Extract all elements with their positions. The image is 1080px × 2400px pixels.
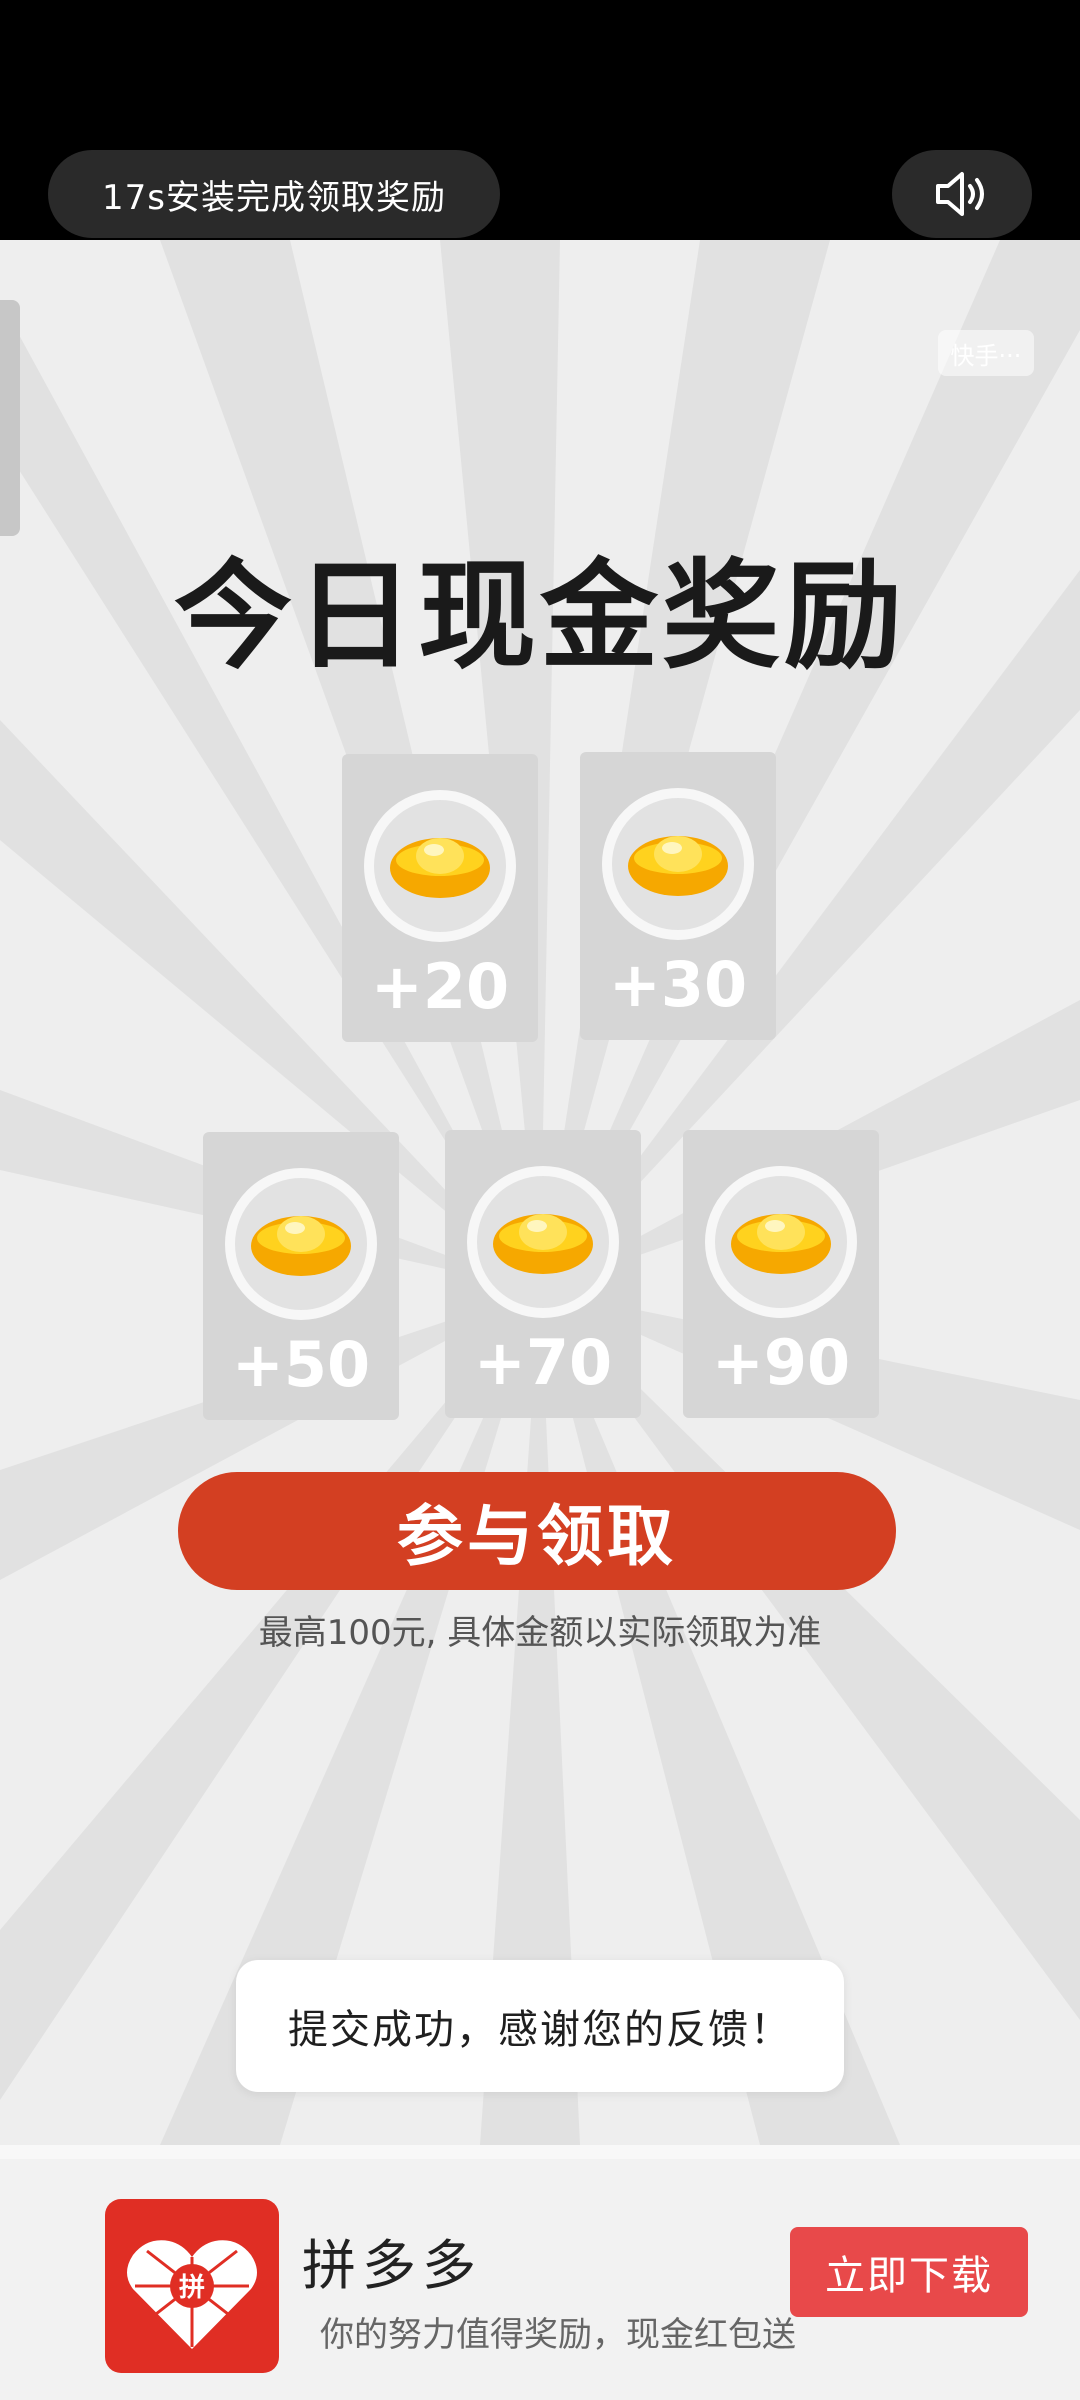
reward-card: +70 [445,1130,641,1418]
svg-text:拼: 拼 [179,2273,205,2303]
reward-card: +30 [580,752,776,1040]
ad-headline: 今日现金奖励 [173,547,906,685]
gold-ingot-icon [628,836,728,896]
app-name: 拼多多 [302,2234,482,2297]
reward-amount: +70 [473,1326,613,1399]
countdown-text: 17s安装完成领取奖励 [102,177,446,218]
participate-claim-button[interactable]: 参与领取 [178,1472,896,1590]
coin-circle [602,788,754,940]
sponsor-tag: 快手··· [938,330,1034,376]
reward-card: +90 [683,1130,879,1418]
reward-amount: +30 [608,948,748,1021]
toast-message: 提交成功，感谢您的反馈！ [288,2007,792,2053]
reward-card: +20 [342,754,538,1042]
gold-ingot-icon [251,1216,351,1276]
ad-content[interactable]: 快手··· 今日现金奖励 +20 +30 +50 +70 +90 参与领取 最高… [0,240,1080,2145]
feedback-success-toast: 提交成功，感谢您的反馈！ [236,1960,844,2092]
download-now-button[interactable]: 立即下载 [790,2227,1028,2317]
reward-disclaimer: 最高100元, 具体金额以实际领取为准 [258,1613,822,1653]
side-drawer-handle[interactable] [0,300,20,536]
coin-circle [364,790,516,942]
coin-circle [225,1168,377,1320]
reward-amount: +50 [231,1328,371,1401]
reward-amount: +20 [370,950,510,1023]
gold-ingot-icon [390,838,490,898]
app-slogan: 你的努力值得奖励，现金红包送 [320,2315,796,2355]
coin-circle [467,1166,619,1318]
install-countdown-pill: 17s安装完成领取奖励 [48,150,500,238]
sound-toggle-button[interactable] [892,150,1032,238]
reward-amount: +90 [711,1326,851,1399]
sponsor-tag-text: 快手··· [950,341,1022,370]
pinduoduo-logo[interactable]: 拼 [105,2199,279,2373]
pinduoduo-logo-icon: 拼 [127,2240,257,2349]
top-bar: 17s安装完成领取奖励 [0,0,1080,240]
reward-card: +50 [203,1132,399,1420]
gold-ingot-icon [731,1214,831,1274]
coin-circle [705,1166,857,1318]
app-download-banner[interactable]: 拼 拼多多 你的努力值得奖励，现金红包送 立即下载 [0,2145,1080,2400]
speaker-volume-icon [936,172,984,216]
gold-ingot-icon [493,1214,593,1274]
